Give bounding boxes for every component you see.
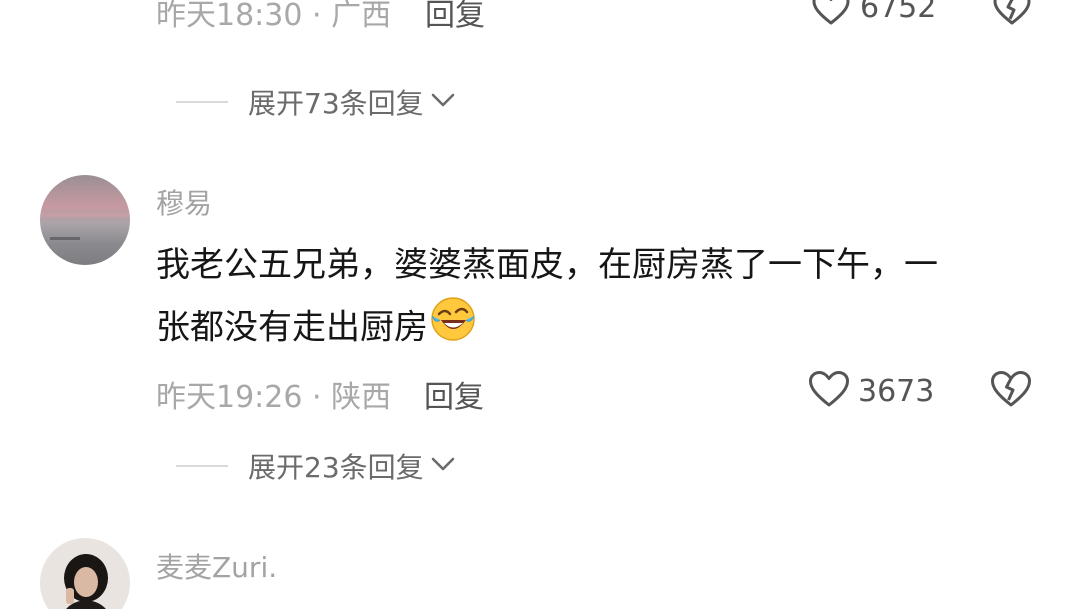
expand-replies-button[interactable]: 展开23条回复: [176, 446, 456, 486]
expand-replies-button[interactable]: 展开73条回复: [176, 82, 456, 122]
expand-replies-label: 展开73条回复: [248, 87, 424, 120]
like-button[interactable]: 3673: [808, 370, 934, 412]
comment-time-location: 昨天19:26 · 陕西: [156, 380, 392, 415]
previous-comment-meta-row: 昨天18:30 · 广西 回复 6752: [0, 0, 1080, 38]
comment-text: 我老公五兄弟，婆婆蒸面皮，在厨房蒸了一下午，一 张都没有走出厨房: [156, 234, 1016, 362]
reply-button[interactable]: 回复: [424, 372, 484, 416]
broken-heart-icon: [990, 371, 1032, 412]
rolling-laughing-emoji-icon: [430, 296, 476, 362]
heart-icon: [808, 370, 850, 412]
avatar[interactable]: [40, 175, 130, 265]
chevron-down-icon: [430, 91, 456, 113]
avatar[interactable]: [40, 538, 130, 609]
comment-text-line: 张都没有走出厨房: [156, 296, 1016, 362]
reply-button[interactable]: 回复: [425, 0, 485, 34]
comment-text-line: 我老公五兄弟，婆婆蒸面皮，在厨房蒸了一下午，一: [156, 245, 938, 285]
heart-icon[interactable]: [812, 0, 850, 30]
divider-line: [176, 465, 228, 467]
username[interactable]: 麦麦Zuri.: [156, 546, 277, 586]
like-count: 6752: [860, 0, 937, 25]
comment-text-segment: 张都没有走出厨房: [156, 307, 428, 348]
comment-time-location: 昨天18:30 · 广西: [156, 0, 392, 33]
like-count: 3673: [858, 373, 935, 409]
broken-heart-icon[interactable]: [993, 0, 1031, 30]
divider-line: [176, 101, 228, 103]
expand-replies-label: 展开23条回复: [248, 451, 424, 484]
comments-screen: 昨天18:30 · 广西 回复 6752 展开73条回复 穆易 我老公五兄弟，婆…: [0, 0, 1080, 609]
chevron-down-icon: [430, 455, 456, 477]
dislike-button[interactable]: [990, 370, 1032, 412]
username[interactable]: 穆易: [156, 182, 212, 222]
